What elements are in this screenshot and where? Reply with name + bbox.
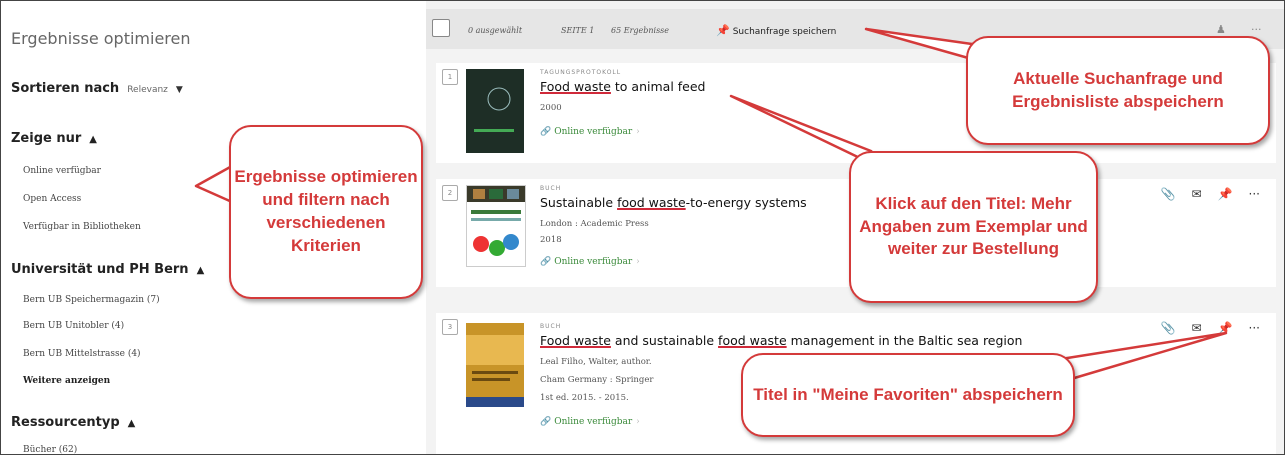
result-author: Leal Filho, Walter, author. [540, 357, 652, 367]
paperclip-icon[interactable]: 📎 [1161, 321, 1176, 335]
title-highlight: food waste [718, 333, 787, 348]
availability-label: Online verfügbar [554, 257, 633, 267]
facet-heading-resource-type[interactable]: Ressourcentyp ▲ [11, 415, 135, 430]
availability-label: Online verfügbar [554, 127, 633, 137]
availability-label: Online verfügbar [554, 417, 633, 427]
chevron-up-icon[interactable]: ▲ [89, 134, 97, 145]
select-all-checkbox[interactable] [432, 19, 450, 37]
dropdown-caret-icon[interactable]: ▼ [176, 85, 183, 95]
chevron-right-icon: › [636, 257, 640, 267]
more-icon[interactable]: ··· [1251, 23, 1262, 36]
result-number: 3 [442, 319, 458, 335]
save-query-callout: Aktuelle Suchanfrage und Ergebnisliste a… [966, 36, 1270, 145]
result-actions: 📎 ✉ 📌 ··· [1145, 187, 1260, 201]
book-cover-thumbnail[interactable] [466, 69, 524, 153]
selected-count: 0 ausgewählt [468, 26, 523, 35]
facet-location-speichermagazin[interactable]: Bern UB Speichermagazin (7) [23, 295, 160, 305]
screenshot-frame: Ergebnisse optimieren Sortieren nach Rele… [0, 0, 1285, 455]
favorites-callout: Titel in "Meine Favoriten" abspeichern [741, 353, 1075, 437]
save-query-label: Suchanfrage speichern [732, 27, 837, 37]
title-text: and sustainable [610, 333, 719, 348]
result-actions: 📎 ✉ 📌 ··· [1145, 321, 1260, 335]
facet-heading-label: Ressourcentyp [11, 415, 120, 430]
facet-available-in-libraries[interactable]: Verfügbar in Bibliotheken [23, 222, 141, 232]
cover-art [467, 186, 525, 256]
title-click-callout: Klick auf den Titel: Mehr Angaben zum Ex… [849, 151, 1098, 303]
sort-value[interactable]: Relevanz [127, 85, 168, 95]
result-number: 2 [442, 185, 458, 201]
chevron-right-icon: › [636, 127, 640, 137]
sort-label: Sortieren nach [11, 81, 120, 96]
cover-art [466, 335, 524, 407]
title-highlight: food waste [617, 195, 686, 210]
email-icon[interactable]: ✉ [1192, 187, 1202, 201]
filter-callout: Ergebnisse optimieren und filtern nach v… [229, 125, 423, 299]
facet-heading-university[interactable]: Universität und PH Bern ▲ [11, 262, 204, 277]
pin-icon[interactable]: 📌 [1218, 321, 1233, 335]
chevron-right-icon: › [636, 417, 640, 427]
facet-online-available[interactable]: Online verfügbar [23, 166, 101, 176]
title-text: to animal feed [610, 79, 706, 94]
availability-link[interactable]: 🔗 Online verfügbar › [540, 127, 640, 137]
pin-icon[interactable]: 📌 [1218, 187, 1233, 201]
result-title-link[interactable]: Food waste and sustainable food waste ma… [540, 333, 1022, 348]
email-icon[interactable]: ✉ [1192, 321, 1202, 335]
link-icon: 🔗 [540, 417, 552, 427]
sort-control[interactable]: Sortieren nach Relevanz ▼ [11, 81, 183, 96]
user-icon[interactable]: ♟ [1216, 23, 1226, 36]
result-title-link[interactable]: Food waste to animal feed [540, 79, 706, 94]
more-icon[interactable]: ··· [1249, 187, 1260, 201]
facet-heading-label: Zeige nur [11, 131, 82, 146]
results-count: 65 Ergebnisse [611, 26, 670, 35]
title-text: Sustainable [540, 195, 618, 210]
facet-heading-show-only[interactable]: Zeige nur ▲ [11, 131, 97, 146]
sidebar-title: Ergebnisse optimieren [11, 29, 191, 48]
save-query-button[interactable]: 📌 Suchanfrage speichern [716, 24, 836, 37]
chevron-up-icon[interactable]: ▲ [197, 265, 205, 276]
result-publisher: London : Academic Press [540, 219, 649, 229]
facet-location-mittelstrasse[interactable]: Bern UB Mittelstrasse (4) [23, 349, 141, 359]
paperclip-icon[interactable]: 📎 [1161, 187, 1176, 201]
title-highlight: Food waste [540, 79, 611, 94]
facet-heading-label: Universität und PH Bern [11, 262, 189, 277]
link-icon: 🔗 [540, 257, 552, 267]
title-text: management in the Baltic sea region [786, 333, 1023, 348]
pin-icon: 📌 [716, 24, 730, 37]
book-cover-thumbnail[interactable] [466, 323, 524, 407]
result-publisher: Cham Germany : Springer [540, 375, 654, 385]
availability-link[interactable]: 🔗 Online verfügbar › [540, 417, 640, 427]
title-text: -to-energy systems [685, 195, 807, 210]
more-icon[interactable]: ··· [1249, 321, 1260, 335]
facet-location-unitobler[interactable]: Bern UB Unitobler (4) [23, 321, 124, 331]
result-edition: 1st ed. 2015. - 2015. [540, 393, 629, 403]
resource-type-label: TAGUNGSPROTOKOLL [540, 69, 622, 76]
page-indicator: SEITE 1 [561, 26, 595, 35]
facet-resource-books[interactable]: Bücher (62) [23, 445, 77, 454]
show-more-link[interactable]: Weitere anzeigen [23, 376, 110, 386]
link-icon: 🔗 [540, 127, 552, 137]
book-cover-thumbnail[interactable] [466, 185, 526, 267]
result-number: 1 [442, 69, 458, 85]
result-year: 2000 [540, 103, 562, 113]
resource-type-label: BUCH [540, 185, 562, 192]
result-year: 2018 [540, 235, 562, 245]
chevron-up-icon[interactable]: ▲ [128, 418, 136, 429]
result-title-link[interactable]: Sustainable food waste-to-energy systems [540, 195, 807, 210]
cover-art [474, 87, 514, 132]
resource-type-label: BUCH [540, 323, 562, 330]
availability-link[interactable]: 🔗 Online verfügbar › [540, 257, 640, 267]
title-highlight: Food waste [540, 333, 611, 348]
facet-open-access[interactable]: Open Access [23, 194, 81, 204]
